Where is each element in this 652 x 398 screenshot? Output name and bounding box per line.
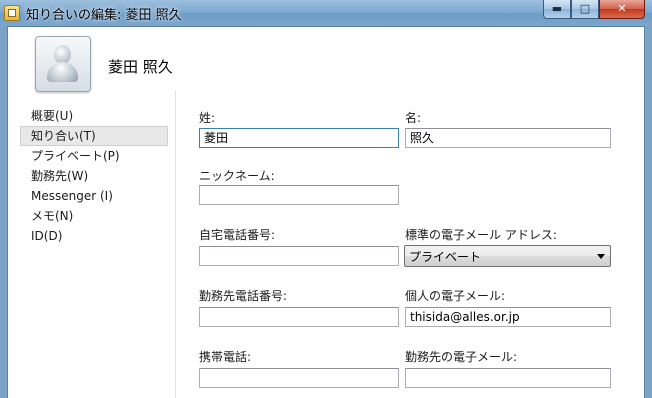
default-email-selected: プライベート [409, 250, 482, 264]
sidebar-item-private[interactable]: プライベート(P) [20, 146, 168, 166]
avatar-body [47, 62, 78, 82]
sidebar-item-messenger[interactable]: Messenger (I) [20, 186, 168, 206]
work-email-field[interactable] [405, 368, 611, 388]
personal-email-label: 個人の電子メール: [405, 289, 506, 303]
sidebar-item-summary[interactable]: 概要(U) [20, 106, 168, 126]
person-silhouette-icon[interactable] [35, 36, 91, 92]
home-phone-field[interactable] [199, 246, 399, 266]
nav-divider [175, 91, 176, 398]
default-email-label: 標準の電子メール アドレス: [405, 228, 557, 242]
sidebar-item-acquaintance[interactable]: 知り合い(T) [20, 126, 168, 146]
window-title: 知り合いの編集: 菱田 照久 [26, 8, 182, 23]
default-email-select[interactable]: プライベート [404, 245, 611, 267]
last-name-label: 姓: [199, 111, 216, 125]
edit-contact-window: 知り合いの編集: 菱田 照久 ▬ □ ✕ 菱田 照久 概要(U) 知り合い(T)… [0, 0, 652, 398]
mobile-phone-field[interactable] [199, 368, 399, 388]
minimize-button[interactable]: ▬ [543, 0, 571, 19]
maximize-button[interactable]: □ [571, 0, 599, 19]
work-email-label: 勤務先の電子メール: [405, 350, 518, 364]
personal-email-field[interactable]: thisida@alles.or.jp [405, 307, 611, 327]
first-name-field[interactable]: 照久 [405, 128, 611, 148]
first-name-label: 名: [405, 111, 422, 125]
sidebar-item-id[interactable]: ID(D) [20, 226, 168, 246]
caption-buttons: ▬ □ ✕ [543, 0, 645, 19]
sidebar-item-notes[interactable]: メモ(N) [20, 206, 168, 226]
dialog-content: 菱田 照久 概要(U) 知り合い(T) プライベート(P) 勤務先(W) Mes… [7, 26, 645, 398]
sidebar-nav: 概要(U) 知り合い(T) プライベート(P) 勤務先(W) Messenger… [20, 106, 168, 246]
work-phone-field[interactable] [199, 307, 399, 327]
mobile-phone-label: 携帯電話: [199, 350, 252, 364]
sidebar-item-work[interactable]: 勤務先(W) [20, 166, 168, 186]
title-bar[interactable]: 知り合いの編集: 菱田 照久 ▬ □ ✕ [0, 0, 652, 26]
close-button[interactable]: ✕ [599, 0, 645, 19]
home-phone-label: 自宅電話番号: [199, 228, 276, 242]
nickname-field[interactable] [199, 185, 399, 205]
work-phone-label: 勤務先電話番号: [199, 289, 288, 303]
contact-name: 菱田 照久 [108, 58, 173, 76]
nickname-label: ニックネーム: [199, 169, 275, 183]
chevron-down-icon [597, 254, 605, 259]
app-icon[interactable] [4, 5, 20, 21]
last-name-field[interactable]: 菱田 [199, 128, 399, 148]
